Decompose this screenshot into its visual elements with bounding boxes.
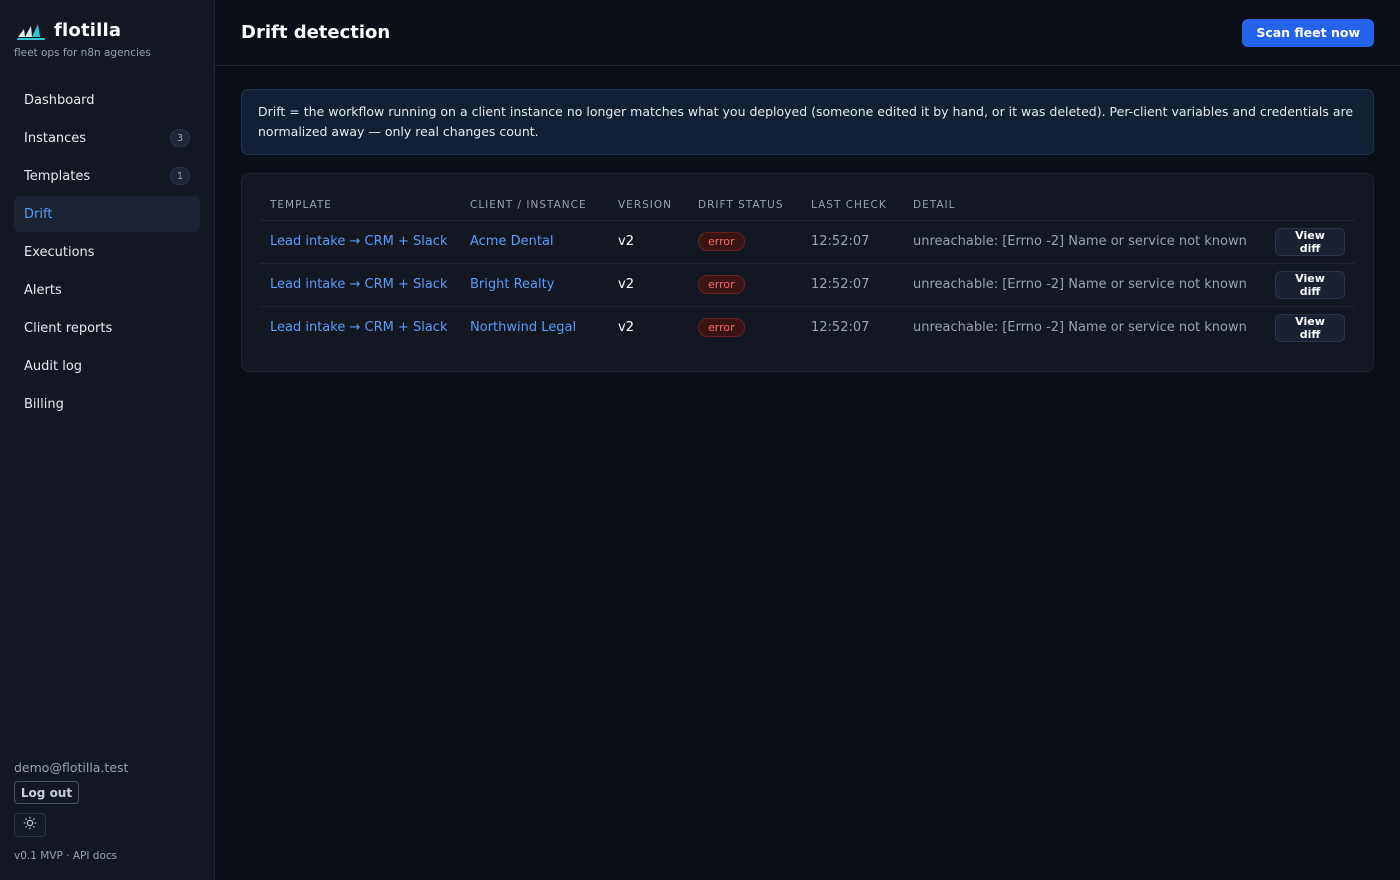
sidebar-item-label: Alerts [24, 282, 62, 298]
col-actions [1265, 190, 1355, 221]
table-row: Lead intake → CRM + Slack Northwind Lega… [260, 306, 1355, 349]
theme-toggle-button[interactable] [14, 813, 46, 837]
sidebar-item-instances[interactable]: Instances 3 [14, 120, 200, 156]
sailboats-logo-icon [16, 21, 46, 41]
brand-name: flotilla [54, 20, 122, 41]
sidebar-item-templates[interactable]: Templates 1 [14, 158, 200, 194]
status-badge: error [698, 232, 745, 251]
drift-table: TEMPLATE CLIENT / INSTANCE VERSION DRIFT… [260, 190, 1355, 349]
col-template[interactable]: TEMPLATE [260, 190, 460, 221]
col-version[interactable]: VERSION [608, 190, 688, 221]
api-docs-link[interactable]: API docs [73, 850, 117, 862]
user-email: demo@flotilla.test [14, 760, 129, 775]
sidebar: flotilla fleet ops for n8n agencies Dash… [0, 0, 215, 880]
sidebar-item-client-reports[interactable]: Client reports [14, 310, 200, 346]
count-badge: 3 [169, 129, 190, 147]
sidebar-item-billing[interactable]: Billing [14, 386, 200, 422]
sidebar-item-label: Audit log [24, 358, 83, 374]
table-header-row: TEMPLATE CLIENT / INSTANCE VERSION DRIFT… [260, 190, 1355, 221]
separator: · [66, 850, 70, 862]
client-link[interactable]: Acme Dental [470, 234, 554, 249]
sidebar-item-label: Billing [24, 396, 64, 412]
table-row: Lead intake → CRM + Slack Bright Realty … [260, 263, 1355, 307]
col-last-check[interactable]: LAST CHECK [801, 190, 903, 221]
sidebar-footer: demo@flotilla.test Log out v0.1 MVP · AP… [14, 760, 128, 862]
sidebar-item-label: Instances [24, 130, 87, 146]
scan-fleet-button[interactable]: Scan fleet now [1242, 18, 1374, 47]
client-link[interactable]: Bright Realty [470, 277, 554, 292]
view-diff-button[interactable]: View diff [1275, 313, 1345, 342]
drift-table-card: TEMPLATE CLIENT / INSTANCE VERSION DRIFT… [241, 173, 1374, 372]
sidebar-item-label: Dashboard [24, 92, 95, 108]
drift-info-callout: Drift = the workflow running on a client… [241, 89, 1374, 155]
version-line: v0.1 MVP · API docs [14, 850, 128, 862]
col-client-instance[interactable]: CLIENT / INSTANCE [460, 190, 608, 221]
sidebar-item-label: Templates [24, 168, 91, 184]
view-diff-button[interactable]: View diff [1275, 227, 1345, 256]
col-drift-status[interactable]: DRIFT STATUS [688, 190, 801, 221]
version-cell: v2 [608, 220, 688, 264]
detail-cell: unreachable: [Errno -2] Name or service … [913, 320, 1247, 336]
last-check-cell: 12:52:07 [801, 263, 903, 307]
count-badge: 1 [169, 167, 190, 185]
last-check-cell: 12:52:07 [801, 220, 903, 264]
sidebar-nav: Dashboard Instances 3 Templates 1 Drift … [14, 82, 200, 422]
table-row: Lead intake → CRM + Slack Acme Dental v2… [260, 220, 1355, 264]
sun-icon [23, 816, 37, 834]
sidebar-item-label: Executions [24, 244, 95, 260]
template-link[interactable]: Lead intake → CRM + Slack [270, 234, 448, 249]
sidebar-item-alerts[interactable]: Alerts [14, 272, 200, 308]
detail-cell: unreachable: [Errno -2] Name or service … [903, 263, 1265, 307]
version-label: v0.1 MVP [14, 850, 63, 862]
page-title: Drift detection [241, 22, 391, 43]
content: Drift = the workflow running on a client… [215, 66, 1400, 395]
sidebar-item-executions[interactable]: Executions [14, 234, 200, 270]
version-cell: v2 [608, 263, 688, 307]
status-badge: error [698, 318, 745, 338]
brand-tagline: fleet ops for n8n agencies [14, 47, 151, 59]
col-detail[interactable]: DETAIL [903, 190, 1265, 221]
sidebar-item-label: Client reports [24, 320, 113, 336]
sidebar-item-dashboard[interactable]: Dashboard [14, 82, 200, 118]
sidebar-item-audit-log[interactable]: Audit log [14, 348, 200, 384]
template-link[interactable]: Lead intake → CRM + Slack [270, 277, 448, 292]
sidebar-item-drift[interactable]: Drift [14, 196, 200, 232]
last-check-cell: 12:52:07 [811, 320, 870, 336]
brand[interactable]: flotilla [14, 20, 200, 41]
version-cell: v2 [618, 320, 634, 336]
client-link[interactable]: Northwind Legal [470, 320, 576, 335]
status-badge: error [698, 275, 745, 294]
sidebar-item-label: Drift [24, 206, 53, 222]
detail-cell: unreachable: [Errno -2] Name or service … [903, 220, 1265, 264]
logout-button[interactable]: Log out [14, 781, 79, 804]
topbar: Drift detection Scan fleet now [215, 0, 1400, 66]
main-area: Drift detection Scan fleet now Drift = t… [215, 0, 1400, 880]
view-diff-button[interactable]: View diff [1275, 270, 1345, 299]
template-link[interactable]: Lead intake → CRM + Slack [270, 320, 448, 335]
